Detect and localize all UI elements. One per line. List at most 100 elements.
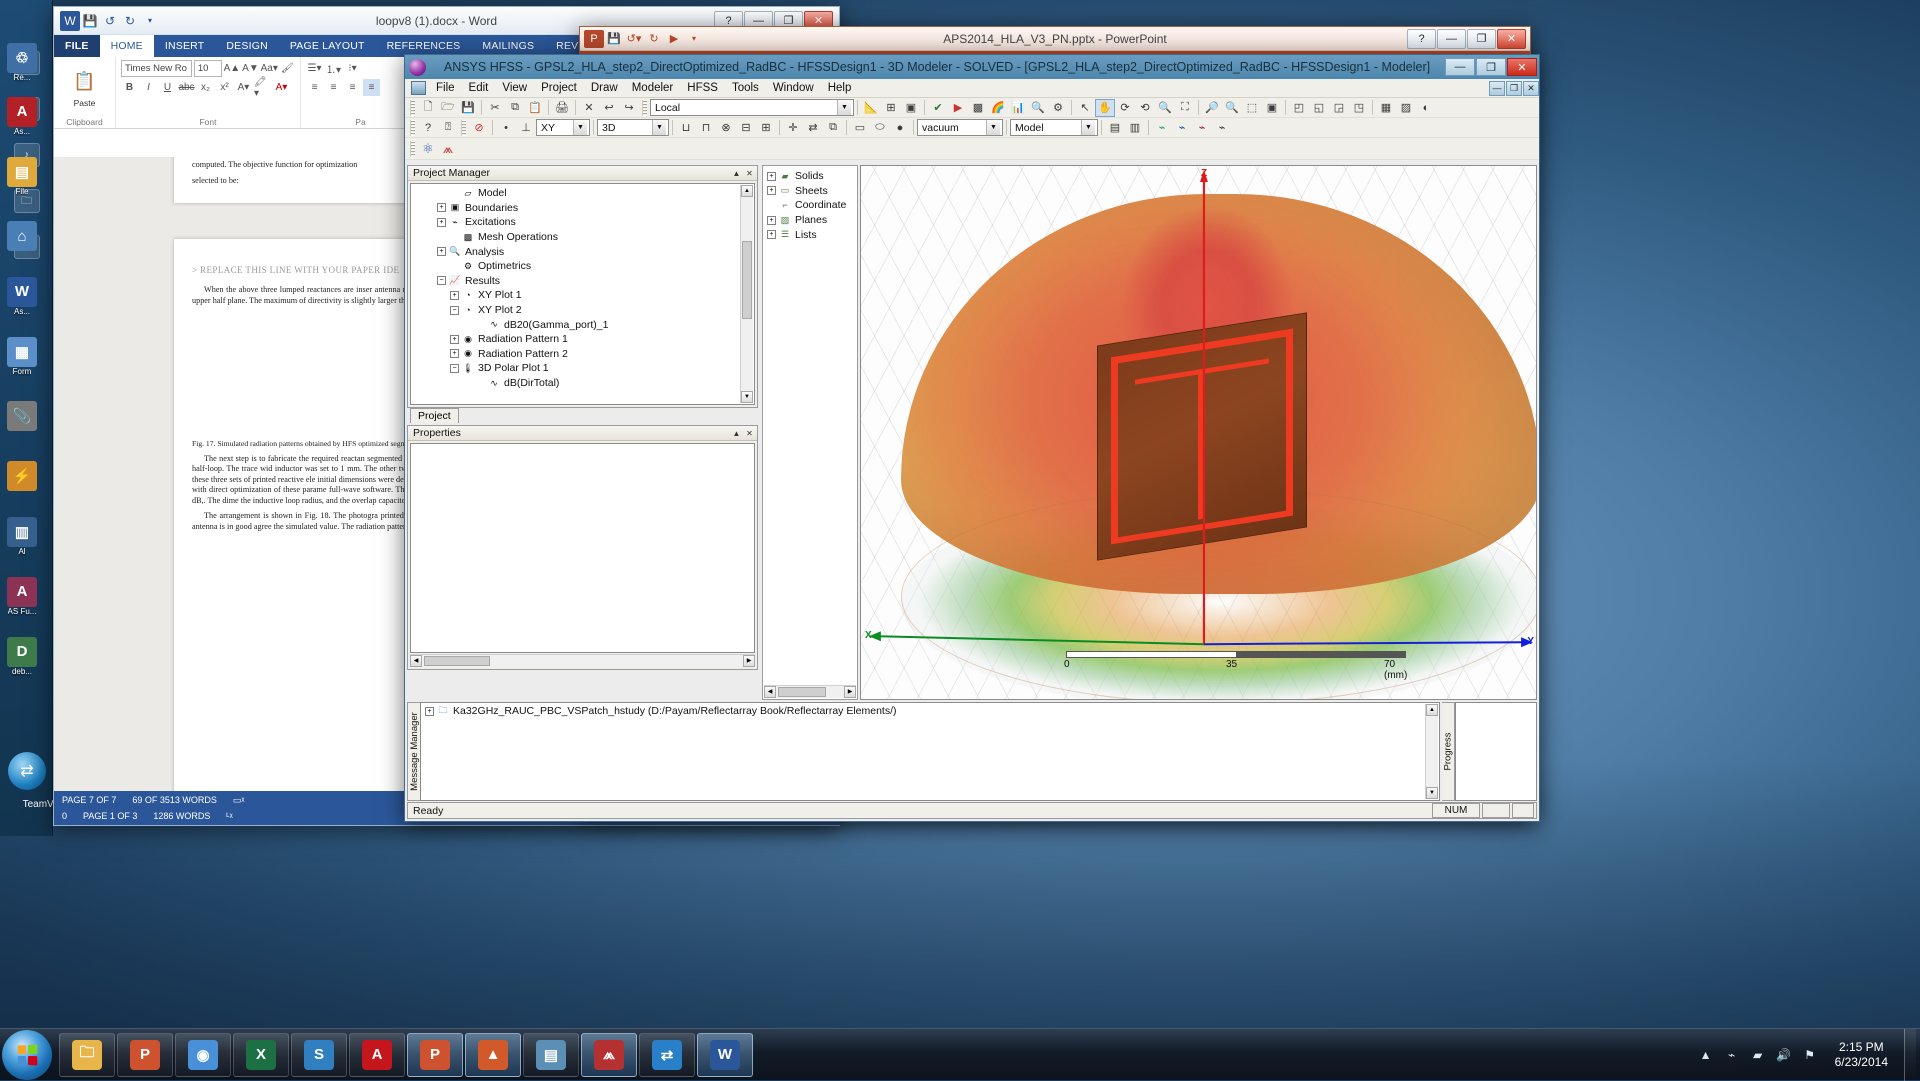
model-tree-item-lists[interactable]: + ☰ Lists xyxy=(765,227,857,242)
mdi-minimize-button[interactable]: — xyxy=(1489,80,1505,96)
paste-icon[interactable]: 📋 xyxy=(71,64,99,98)
message-manager-panel[interactable]: + 🗀 Ka32GHz_RAUC_PBC_VSPatch_hstudy (D:/… xyxy=(420,702,1440,801)
model-tree-item-coordinate[interactable]: ⌐ Coordinate xyxy=(765,198,857,213)
material-select[interactable]: vacuum ▼ xyxy=(917,119,1003,136)
view-front-icon[interactable]: ◰ xyxy=(1289,99,1309,117)
validate-icon[interactable]: ✔ xyxy=(928,99,948,117)
view-top-icon[interactable]: ◲ xyxy=(1329,99,1349,117)
bottom-docks[interactable]: Message Manager + 🗀 Ka32GHz_RAUC_PBC_VSP… xyxy=(407,702,1537,801)
duplicate-mirror-icon[interactable]: ⇄ xyxy=(803,119,823,137)
desktop-icon-al-icon[interactable]: ▥ Al xyxy=(2,514,42,558)
subtract-icon[interactable]: ⊓ xyxy=(696,119,716,137)
assign-radiation-icon[interactable]: ⌁ xyxy=(1212,119,1232,137)
ppt-customize-qat-icon[interactable]: ▾ xyxy=(684,30,704,48)
powerpoint-quick-access-toolbar[interactable]: P 💾 ↺▾ ↻ ▶ ▾ APS2014_HLA_V3_PN.pptx - Po… xyxy=(580,27,1530,51)
underline-icon[interactable]: U xyxy=(159,79,176,96)
project-tree-scrollbar[interactable]: ▲ ▼ xyxy=(740,185,753,403)
usb-icon[interactable]: ⌁ xyxy=(1723,1046,1741,1064)
hfss-menu-bar[interactable]: File Edit View Project Draw Modeler HFSS… xyxy=(405,79,1539,98)
project-tree-item-db-dirtotal-[interactable]: ∿ dB(DirTotal) xyxy=(411,376,740,391)
project-tree-item-xy-plot-1[interactable]: + ◔ XY Plot 1 xyxy=(411,288,740,303)
ppt-redo-icon[interactable]: ↻ xyxy=(644,30,664,48)
scroll-thumb[interactable] xyxy=(742,241,752,319)
field-overlay-icon[interactable]: 🌈 xyxy=(988,99,1008,117)
fit-window-icon[interactable]: ▣ xyxy=(1262,99,1282,117)
word-tab-home[interactable]: HOME xyxy=(99,35,154,57)
scroll-down-arrow-icon[interactable]: ▼ xyxy=(1426,787,1438,799)
taskbar-explorer[interactable]: 🗀 xyxy=(59,1032,115,1077)
desktop-icon-as-fu-icon[interactable]: A AS Fu... xyxy=(2,574,42,618)
help-context-icon[interactable]: ? xyxy=(418,119,438,137)
report-icon[interactable]: 📊 xyxy=(1008,99,1028,117)
wireframe-icon[interactable]: ▦ xyxy=(1376,99,1396,117)
progress-tab[interactable]: Progress xyxy=(1442,702,1455,801)
help-pointer-icon[interactable]: ⍰ xyxy=(438,119,458,137)
project-tree-item-analysis[interactable]: + 🔍 Analysis xyxy=(411,244,740,259)
zoom-out-icon[interactable]: 🔍 xyxy=(1222,99,1242,117)
word-tab-page-layout[interactable]: PAGE LAYOUT xyxy=(279,35,376,57)
rotate-icon[interactable]: ⟳ xyxy=(1115,99,1135,117)
measure-icon[interactable]: 📐 xyxy=(861,99,881,117)
project-tree-item-optimetrics[interactable]: ⚙ Optimetrics xyxy=(411,259,740,274)
paste-label[interactable]: Paste xyxy=(74,98,96,108)
move-icon[interactable]: ✛ xyxy=(783,119,803,137)
model-tree[interactable]: + ▰ Solids + ▭ Sheets ⌐ Coordinate + ▨ Planes + ☰ Lis… xyxy=(763,166,857,242)
ungroup-objects-icon[interactable]: ▥ xyxy=(1125,119,1145,137)
expand-icon[interactable]: + xyxy=(450,334,459,344)
start-button[interactable] xyxy=(2,1029,52,1080)
copy-icon[interactable]: ⧉ xyxy=(505,99,525,117)
model-tree-panel[interactable]: + ▰ Solids + ▭ Sheets ⌐ Coordinate + ▨ Planes + ☰ Lis… xyxy=(762,165,858,700)
bullets-icon[interactable]: ☰▾ xyxy=(306,60,323,77)
menu-draw[interactable]: Draw xyxy=(584,79,625,98)
grid-plane-select[interactable]: XY ▼ xyxy=(536,119,590,136)
snap-icon[interactable]: ⊥ xyxy=(516,119,536,137)
hfss-close-button[interactable]: ✕ xyxy=(1507,58,1537,76)
project-manager-tabs[interactable]: Project xyxy=(410,408,459,423)
modeler-3d-viewport[interactable]: Z X Y 0 35 70 (mm) xyxy=(860,165,1537,700)
model-dimension-select[interactable]: 3D ▼ xyxy=(597,119,669,136)
show-hidden-icons-icon[interactable]: ▲ xyxy=(1697,1046,1715,1064)
hfss-title-bar[interactable]: ANSYS HFSS - GPSL2_HLA_step2_DirectOptim… xyxy=(405,55,1539,79)
delete-icon[interactable]: ✕ xyxy=(579,99,599,117)
model-tree-item-planes[interactable]: + ▨ Planes xyxy=(765,213,857,228)
zoom-icon[interactable]: 🔍 xyxy=(1155,99,1175,117)
scroll-down-arrow-icon[interactable]: ▼ xyxy=(741,391,753,403)
scroll-right-arrow-icon[interactable]: ▶ xyxy=(844,686,856,698)
align-right-icon[interactable]: ≡ xyxy=(344,79,361,96)
expand-icon[interactable]: + xyxy=(767,215,776,225)
word-language-icon[interactable]: ᴸᵡ xyxy=(226,811,232,821)
expand-icon[interactable]: + xyxy=(425,706,434,716)
scroll-left-arrow-icon[interactable]: ◀ xyxy=(410,655,422,667)
expand-icon[interactable]: + xyxy=(450,349,459,359)
project-manager-panel[interactable]: Project Manager ▲ ✕ ▱ Model + ▣ Boundaries + ⌁… xyxy=(407,165,758,423)
collapse-icon[interactable]: − xyxy=(450,363,459,373)
message-row[interactable]: + 🗀 Ka32GHz_RAUC_PBC_VSPatch_hstudy (D:/… xyxy=(421,703,1439,717)
save-project-icon[interactable]: 💾 xyxy=(458,99,478,117)
font-size-input[interactable]: 10 xyxy=(193,60,222,77)
project-tree-item-3d-polar-plot-1[interactable]: − 🌡 3D Polar Plot 1 xyxy=(411,361,740,376)
scroll-thumb-h[interactable] xyxy=(778,687,826,697)
italic-icon[interactable]: I xyxy=(140,79,157,96)
project-tree[interactable]: ▱ Model + ▣ Boundaries + ⌁ Excitations ▩ Mesh Ope… xyxy=(410,183,755,405)
redo-icon[interactable]: ↪ xyxy=(619,99,639,117)
toolbar-grip-icon[interactable] xyxy=(410,119,415,136)
word-tab-insert[interactable]: INSERT xyxy=(154,35,216,57)
taskbar-chrome[interactable]: ◉ xyxy=(175,1032,231,1077)
view-bottom-icon[interactable]: ◳ xyxy=(1349,99,1369,117)
desktop-icon-deb-icon[interactable]: Ddeb... xyxy=(2,634,42,678)
mesh-icon[interactable]: ▩ xyxy=(968,99,988,117)
desktop-icon-clip-icon[interactable]: 📎 xyxy=(2,394,42,438)
model-tree-hscrollbar[interactable]: ◀ ▶ xyxy=(764,685,856,698)
expand-icon[interactable]: + xyxy=(437,247,446,257)
paste-icon[interactable]: 📋 xyxy=(525,99,545,117)
ppt-present-icon[interactable]: ▶ xyxy=(664,30,684,48)
group-objects-icon[interactable]: ▤ xyxy=(1105,119,1125,137)
expand-icon[interactable]: + xyxy=(437,203,446,213)
hfss-toolbar-row-1[interactable]: 🗋 🗁 💾 ✂ ⧉ 📋 🖨 ✕ ↩ ↪ Local ▼ 📐 ⊞ ▣ ✔ ▶ ▩ … xyxy=(405,98,1539,118)
chevron-down-icon[interactable]: ▼ xyxy=(652,120,666,135)
expand-icon[interactable]: + xyxy=(767,171,776,181)
expand-icon[interactable]: + xyxy=(767,186,776,196)
ppt-save-icon[interactable]: 💾 xyxy=(604,30,624,48)
optimetrics-icon[interactable]: ⚙ xyxy=(1048,99,1068,117)
toolbar-grip-icon[interactable] xyxy=(410,99,415,116)
